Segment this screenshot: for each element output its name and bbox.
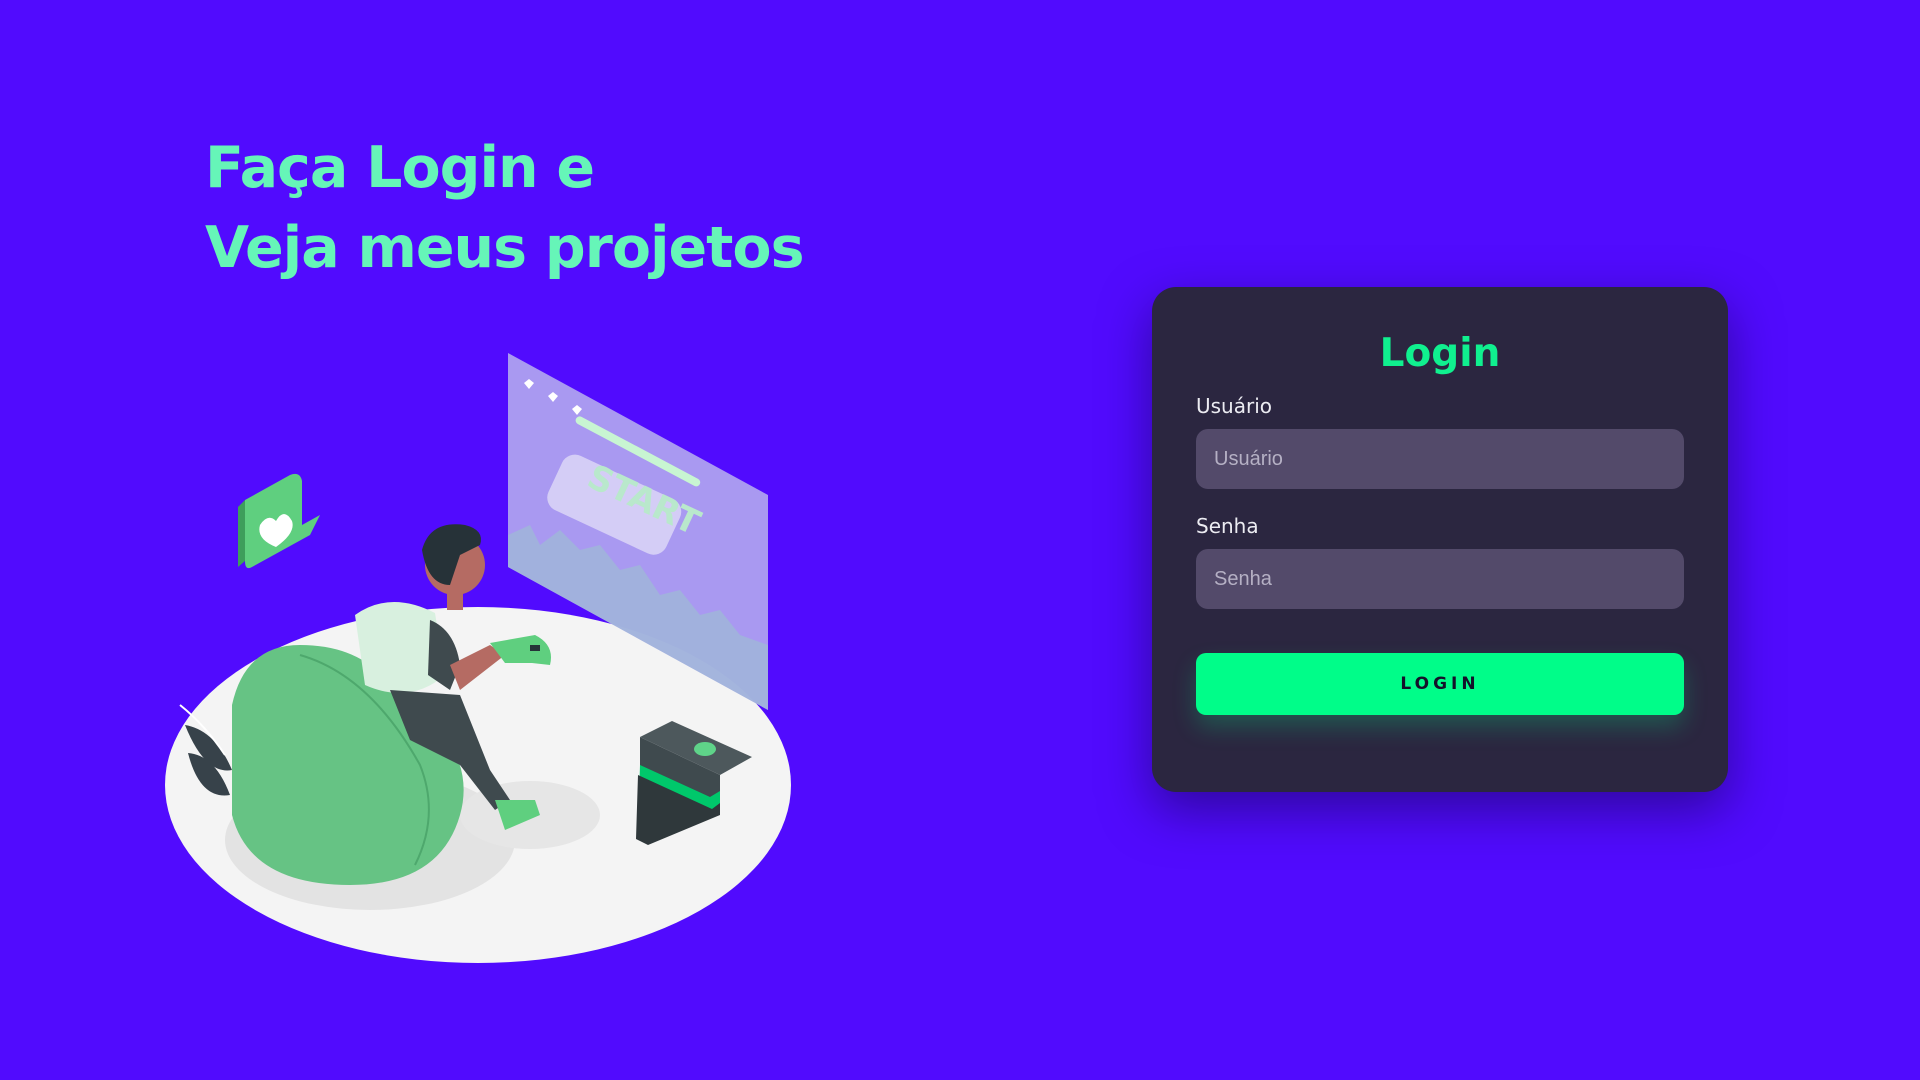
login-title: Login — [1379, 331, 1501, 376]
hero-heading-line-1: Faça Login e — [205, 135, 595, 201]
username-label: Usuário — [1196, 394, 1273, 418]
heart-chat-bubble-icon — [238, 473, 320, 569]
login-button[interactable]: LOGIN — [1196, 653, 1684, 715]
login-card: Login Usuário Senha LOGIN — [1152, 287, 1728, 792]
login-page: Faça Login e Veja meus projetos START Lo… — [0, 0, 1920, 1080]
hero-heading: Faça Login e Veja meus projetos — [205, 128, 805, 288]
password-label: Senha — [1196, 514, 1259, 538]
username-input[interactable] — [1196, 429, 1684, 489]
hero-heading-line-2: Veja meus projetos — [205, 215, 805, 281]
password-input[interactable] — [1196, 549, 1684, 609]
gamer-illustration: START — [165, 353, 791, 963]
